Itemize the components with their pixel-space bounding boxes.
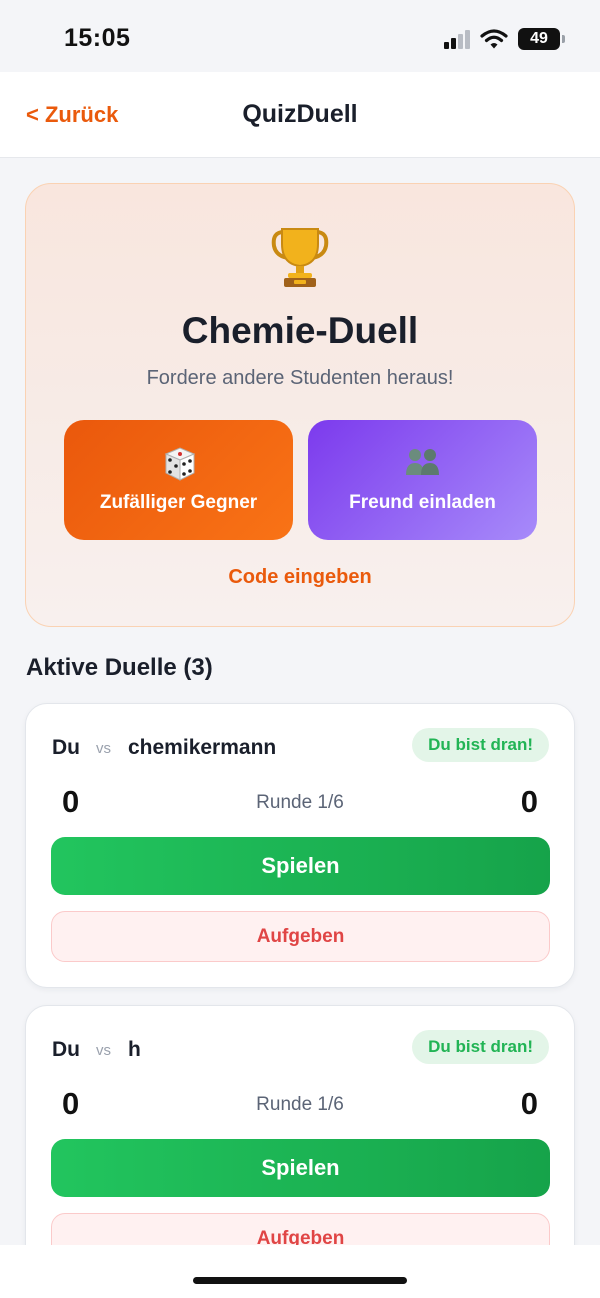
wifi-icon [480, 29, 508, 49]
duel-card: Du vs h Du bist dran! 0 Runde 1/6 0 Spie… [25, 1005, 575, 1245]
status-bar: 15:05 49 [0, 0, 600, 72]
invite-friend-button[interactable]: Freund einladen [308, 420, 537, 540]
page-title: QuizDuell [242, 100, 358, 128]
give-up-button[interactable]: Aufgeben [51, 911, 550, 962]
cellular-signal-icon [444, 29, 470, 49]
round-indicator: Runde 1/6 [256, 1094, 344, 1115]
dice-icon [64, 446, 293, 482]
main-content[interactable]: Chemie-Duell Fordere andere Studenten he… [0, 158, 600, 1245]
people-icon [308, 446, 537, 478]
player-name: Du [52, 736, 80, 759]
round-indicator: Runde 1/6 [256, 792, 344, 813]
play-button[interactable]: Spielen [51, 1139, 550, 1197]
give-up-button[interactable]: Aufgeben [51, 1213, 550, 1245]
turn-status-badge: Du bist dran! [412, 1030, 549, 1064]
player-name: Du [52, 1038, 80, 1061]
bottom-safe-area [0, 1245, 600, 1298]
vs-label: vs [96, 740, 111, 757]
hero-title: Chemie-Duell [181, 310, 419, 351]
home-indicator[interactable] [193, 1277, 407, 1284]
opponent-score: 0 [520, 1086, 538, 1121]
duel-card: Du vs chemikermann Du bist dran! 0 Runde… [25, 703, 575, 988]
battery-icon: 49 [518, 28, 565, 50]
hero-subtitle: Fordere andere Studenten heraus! [146, 367, 454, 389]
duel-hero-card: Chemie-Duell Fordere andere Studenten he… [25, 183, 575, 627]
turn-status-badge: Du bist dran! [412, 728, 549, 762]
play-button[interactable]: Spielen [51, 837, 550, 895]
opponent-name: chemikermann [128, 736, 277, 759]
status-icons: 49 [444, 28, 565, 50]
opponent-score: 0 [520, 784, 538, 819]
opponent-name: h [128, 1038, 141, 1061]
nav-bar: < Zurück QuizDuell [0, 72, 600, 158]
random-opponent-label: Zufälliger Gegner [99, 492, 258, 513]
status-time: 15:05 [64, 24, 131, 52]
invite-friend-label: Freund einladen [349, 492, 496, 513]
enter-code-link[interactable]: Code eingeben [26, 566, 574, 589]
trophy-icon [26, 226, 574, 288]
random-opponent-button[interactable]: Zufälliger Gegner [64, 420, 293, 540]
active-duels-heading: Aktive Duelle (3) [26, 654, 213, 681]
vs-label: vs [96, 1042, 111, 1059]
